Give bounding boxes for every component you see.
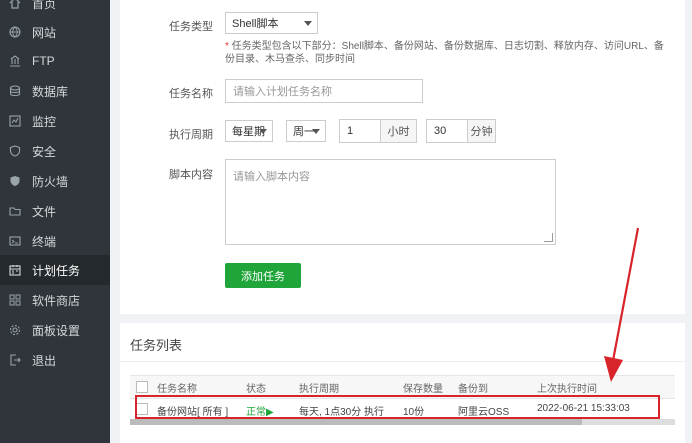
- column-header: 上次执行时间: [537, 384, 597, 395]
- sidebar-item-label: 监控: [32, 114, 57, 129]
- sidebar-item-security[interactable]: 安全: [0, 136, 110, 166]
- sidebar-item-cron[interactable]: 计划任务: [0, 255, 110, 285]
- sidebar-item-label: 防火墙: [32, 174, 69, 189]
- folder-icon: [8, 204, 22, 218]
- chevron-down-icon: [259, 129, 267, 134]
- sidebar-item-label: 数据库: [32, 84, 69, 99]
- sidebar-item-label: 安全: [32, 144, 57, 159]
- divider: [120, 361, 685, 362]
- chevron-down-icon: [304, 21, 312, 26]
- sidebar-item-label: 首页: [32, 0, 57, 11]
- horizontal-scrollbar[interactable]: [130, 419, 675, 425]
- sidebar-item-files[interactable]: 文件: [0, 196, 110, 226]
- main-content: 任务类型 Shell脚本 * 任务类型包含以下部分：Shell脚本、备份网站、备…: [110, 0, 692, 443]
- logout-icon: [8, 353, 22, 367]
- task-name-label: 任务名称: [169, 88, 213, 100]
- task-list-title: 任务列表: [130, 338, 183, 353]
- add-task-button[interactable]: 添加任务: [225, 263, 301, 288]
- sidebar-item-label: 终端: [32, 234, 57, 249]
- sidebar-item-label: 计划任务: [32, 263, 81, 278]
- column-header: 状态: [246, 384, 266, 395]
- home-icon: [8, 0, 22, 10]
- settings-icon: [8, 323, 22, 337]
- sidebar-item-database[interactable]: 数据库: [0, 76, 110, 106]
- column-header: 任务名称: [157, 384, 197, 395]
- globe-icon: [8, 25, 22, 39]
- scrollbar-thumb[interactable]: [130, 419, 582, 425]
- column-header: 执行周期: [299, 384, 339, 395]
- hour-unit: 小时: [381, 119, 417, 143]
- monitor-icon: [8, 114, 22, 128]
- task-type-select[interactable]: Shell脚本: [225, 12, 318, 34]
- sidebar-item-ftp[interactable]: FTP: [0, 46, 110, 76]
- sidebar-item-home[interactable]: 首页: [0, 0, 110, 18]
- hint-text: 任务类型包含以下部分：Shell脚本、备份网站、备份数据库、日志切割、释放内存、…: [225, 41, 664, 65]
- task-type-value: Shell脚本: [232, 18, 279, 30]
- sidebar-item-label: 面板设置: [32, 323, 81, 338]
- task-type-label: 任务类型: [169, 21, 213, 33]
- sidebar-item-label: 网站: [32, 25, 57, 40]
- sidebar-item-label: FTP: [32, 54, 55, 68]
- add-task-form: 任务类型 Shell脚本 * 任务类型包含以下部分：Shell脚本、备份网站、备…: [120, 0, 685, 314]
- task-list-panel: 任务列表 任务名称 状态 执行周期 保存数量 备份到 上次执行时间 备份网站[ …: [120, 323, 685, 443]
- sidebar-item-firewall[interactable]: 防火墙: [0, 166, 110, 196]
- resize-grip-icon[interactable]: [544, 233, 553, 242]
- minute-input[interactable]: 30: [426, 119, 468, 143]
- task-type-hint: * 任务类型包含以下部分：Shell脚本、备份网站、备份数据库、日志切割、释放内…: [225, 40, 665, 66]
- task-name-placeholder: 请输入计划任务名称: [233, 86, 332, 98]
- shield-icon: [8, 144, 22, 158]
- firewall-icon: [8, 174, 22, 188]
- sidebar-item-label: 软件商店: [32, 293, 81, 308]
- weekday-select[interactable]: 周一: [286, 120, 326, 142]
- chevron-down-icon: [312, 129, 320, 134]
- sidebar: 首页 网站 FTP 数据库 监控 安全 防火墙 文件 终端 计划任务 软件商店: [0, 0, 110, 443]
- required-star: *: [225, 41, 229, 52]
- sidebar-item-terminal[interactable]: 终端: [0, 226, 110, 256]
- terminal-icon: [8, 234, 22, 248]
- database-icon: [8, 84, 22, 98]
- script-placeholder: 请输入脚本内容: [233, 171, 310, 183]
- hour-value: 1: [347, 125, 354, 137]
- sidebar-item-settings[interactable]: 面板设置: [0, 315, 110, 345]
- select-all-checkbox[interactable]: [136, 381, 148, 393]
- highlight-box: [135, 395, 660, 419]
- column-header: 保存数量: [403, 384, 443, 395]
- minute-value: 30: [434, 125, 447, 137]
- calendar-icon: [8, 263, 22, 277]
- column-header: 备份到: [458, 384, 488, 395]
- grid-icon: [8, 293, 22, 307]
- sidebar-item-store[interactable]: 软件商店: [0, 285, 110, 315]
- minute-unit: 分钟: [468, 119, 496, 143]
- task-name-input[interactable]: 请输入计划任务名称: [225, 79, 423, 103]
- ftp-icon: [8, 54, 22, 68]
- hour-input[interactable]: 1: [339, 119, 381, 143]
- sidebar-item-website[interactable]: 网站: [0, 17, 110, 47]
- sidebar-item-logout[interactable]: 退出: [0, 345, 110, 375]
- script-label: 脚本内容: [169, 169, 213, 181]
- sidebar-item-label: 退出: [32, 353, 57, 368]
- sidebar-item-label: 文件: [32, 204, 57, 219]
- sidebar-item-monitor[interactable]: 监控: [0, 106, 110, 136]
- period-label: 执行周期: [169, 129, 213, 141]
- script-textarea[interactable]: 请输入脚本内容: [225, 159, 556, 245]
- period-type-select[interactable]: 每星期: [225, 120, 273, 142]
